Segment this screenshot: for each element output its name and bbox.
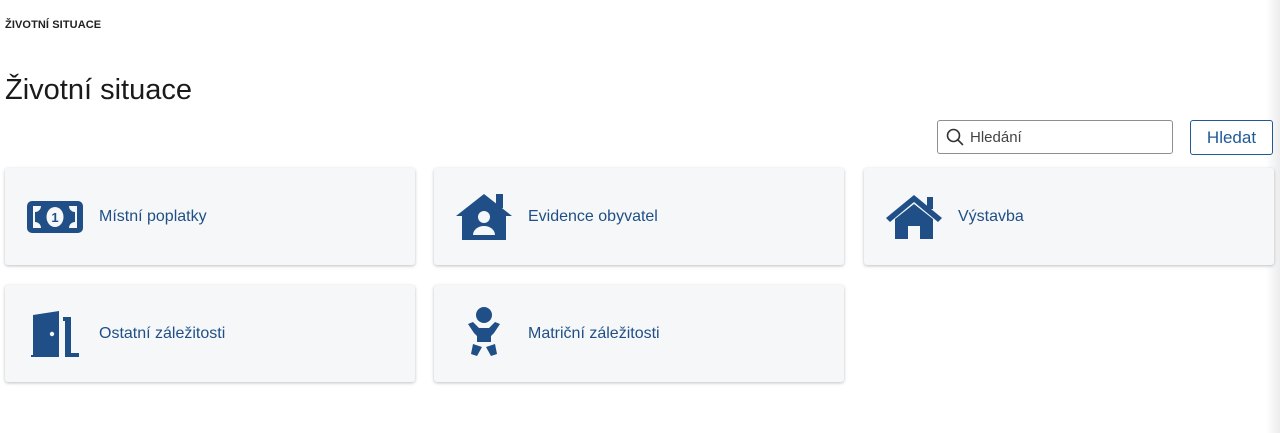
card-ostatni-zalezitosti[interactable]: Ostatní záležitosti [5, 285, 415, 382]
card-label: Ostatní záležitosti [99, 324, 226, 342]
card-label: Evidence obyvatel [528, 207, 658, 225]
search-icon [946, 128, 964, 146]
search-button[interactable]: Hledat [1190, 120, 1273, 155]
card-vystavba[interactable]: Výstavba [864, 168, 1274, 265]
breadcrumb[interactable]: ŽIVOTNÍ SITUACE [5, 19, 101, 31]
money-bill-icon: 1 [25, 187, 85, 247]
home-icon [884, 187, 944, 247]
page: ŽIVOTNÍ SITUACE Životní situace Hledat 1… [0, 0, 1280, 433]
svg-text:1: 1 [51, 210, 58, 225]
house-user-icon [454, 187, 514, 247]
door-open-icon [25, 304, 85, 364]
search-input[interactable] [970, 128, 1160, 146]
page-title: Životní situace [5, 74, 192, 106]
search-box[interactable] [937, 120, 1173, 154]
card-label: Výstavba [958, 207, 1024, 225]
card-label: Matriční záležitosti [528, 324, 660, 342]
card-label: Místní poplatky [99, 207, 207, 225]
card-matricni-zalezitosti[interactable]: Matriční záležitosti [434, 285, 844, 382]
baby-icon [454, 304, 514, 364]
card-mistni-poplatky[interactable]: 1 Místní poplatky [5, 168, 415, 265]
card-evidence-obyvatel[interactable]: Evidence obyvatel [434, 168, 844, 265]
